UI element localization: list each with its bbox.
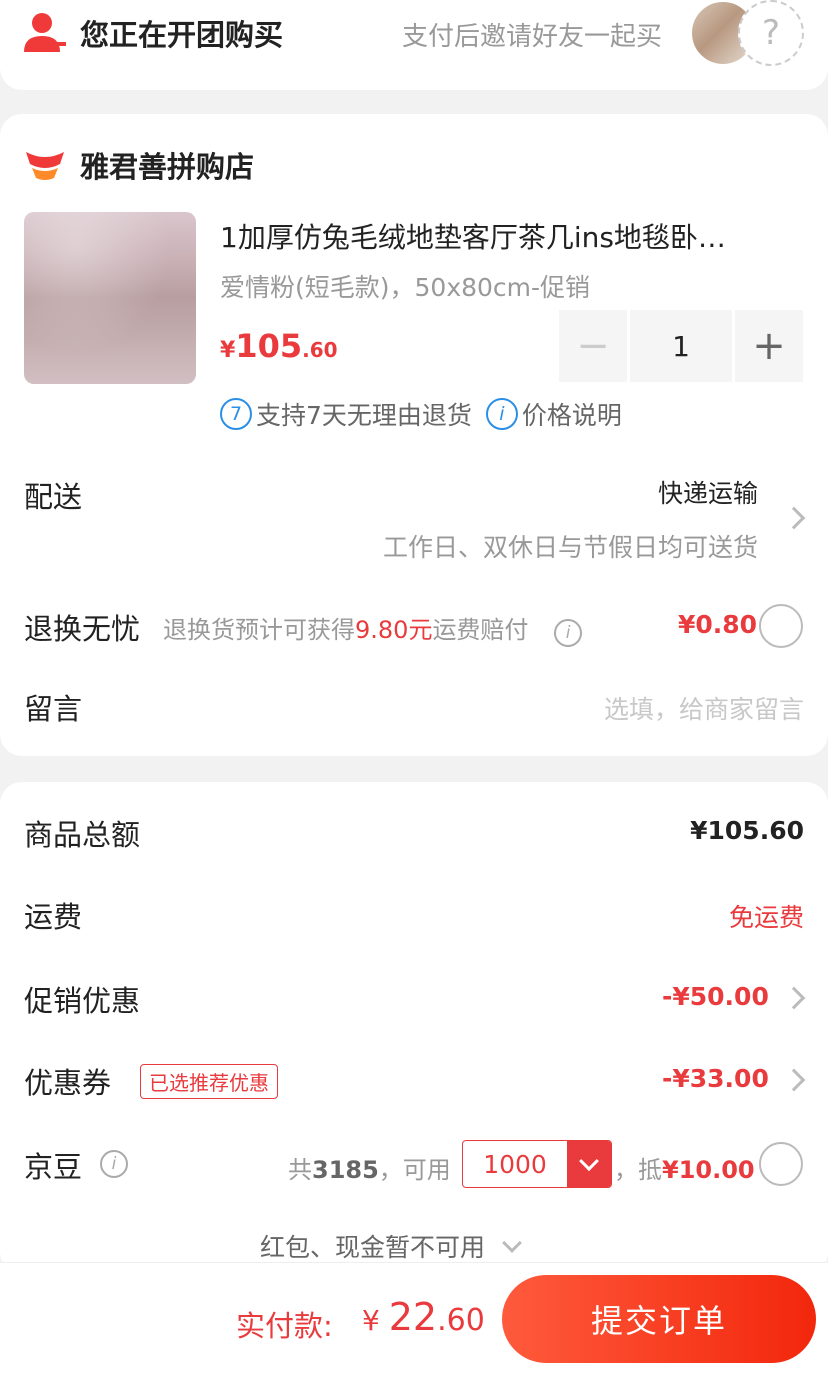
beans-total: 共3185，可用 xyxy=(288,1150,451,1185)
decrease-button[interactable]: − xyxy=(559,310,627,382)
beans-deduct: ，抵¥10.00 xyxy=(614,1150,755,1185)
return-desc-prefix: 退换货预计可获得 xyxy=(163,616,355,644)
invite-text: 支付后邀请好友一起买 xyxy=(402,22,663,52)
message-input[interactable]: 选填，给商家留言 xyxy=(604,690,804,726)
return-service-label: 退换无忧 xyxy=(24,612,141,646)
promo-value[interactable]: -¥50.00 xyxy=(662,982,769,1011)
return-service-price: ¥0.80 xyxy=(678,610,758,639)
shop-name[interactable]: 雅君善拼购店 xyxy=(80,144,254,186)
return-policy-text: 支持7天无理由退货 xyxy=(256,401,472,430)
shop-logo-icon xyxy=(26,152,64,180)
info-icon[interactable]: i xyxy=(485,398,518,430)
goods-total-value: ¥105.60 xyxy=(690,816,804,845)
return-desc-suffix: 运费赔付 xyxy=(432,616,529,644)
return-service-desc: 退换货预计可获得9.80元运费赔付 i xyxy=(163,610,583,647)
empty-member-slot: ? xyxy=(738,0,804,66)
beans-total-prefix: 共 xyxy=(288,1156,312,1184)
beans-total-suffix: ，可用 xyxy=(378,1156,451,1184)
quantity-value[interactable]: 1 xyxy=(630,310,732,382)
checkout-bar: 实付款: ¥ 22.60 提交订单 xyxy=(0,1262,828,1374)
beans-radio[interactable] xyxy=(759,1142,803,1186)
delivery-chevron-icon[interactable] xyxy=(782,506,806,530)
expand-chevron-icon[interactable] xyxy=(502,1233,522,1253)
pay-integer: 22 xyxy=(388,1295,438,1339)
pay-decimal: .60 xyxy=(437,1303,485,1338)
chevron-down-icon[interactable] xyxy=(567,1141,611,1187)
group-title: 您正在开团购买 xyxy=(80,18,284,52)
redpack-text: 红包、现金暂不可用 xyxy=(260,1233,486,1262)
info-icon[interactable]: i xyxy=(554,619,583,647)
pay-symbol: ¥ xyxy=(362,1304,389,1337)
product-title[interactable]: 1加厚仿兔毛绒地垫客厅茶几ins地毯卧… xyxy=(220,216,800,256)
beans-amount-select[interactable]: 1000 xyxy=(462,1140,612,1188)
seven-day-return-icon: 7 xyxy=(220,398,252,430)
goods-total-label: 商品总额 xyxy=(24,818,141,852)
beans-amount-value[interactable]: 1000 xyxy=(463,1141,567,1187)
redpack-cash-unavailable[interactable]: 红包、现金暂不可用 xyxy=(260,1228,522,1264)
coupon-chevron-icon[interactable] xyxy=(782,1068,806,1092)
product-price: ¥105.60 xyxy=(220,327,338,365)
promo-chevron-icon[interactable] xyxy=(782,986,806,1010)
coupon-label: 优惠券 xyxy=(24,1066,112,1100)
message-label: 留言 xyxy=(24,692,83,726)
product-spec[interactable]: 爱情粉(短毛款)，50x80cm-促销 xyxy=(220,268,590,304)
beans-label: 京豆 xyxy=(24,1150,83,1184)
price-integer: 105 xyxy=(235,327,303,365)
service-badges: 7 支持7天无理由退货 i 价格说明 xyxy=(220,396,622,432)
beans-deduct-amount: ¥10.00 xyxy=(662,1156,755,1184)
price-decimal: .60 xyxy=(302,338,338,362)
increase-button[interactable]: + xyxy=(735,310,803,382)
return-desc-amount: 9.80元 xyxy=(355,616,433,644)
user-icon xyxy=(24,13,66,52)
order-summary-card: 商品总额 ¥105.60 运费 免运费 促销优惠 -¥50.00 优惠券 已选推… xyxy=(0,782,828,1274)
price-symbol: ¥ xyxy=(220,338,236,363)
group-buy-card: 您正在开团购买 支付后邀请好友一起买 ? xyxy=(0,0,828,90)
product-image[interactable] xyxy=(24,212,196,384)
pay-label: 实付款: xyxy=(236,1309,333,1343)
delivery-label: 配送 xyxy=(24,480,83,514)
coupon-value[interactable]: -¥33.00 xyxy=(662,1064,769,1093)
submit-order-button[interactable]: 提交订单 xyxy=(502,1275,816,1363)
beans-info-icon[interactable]: i xyxy=(100,1150,128,1178)
delivery-note: 工作日、双休日与节假日均可送货 xyxy=(382,533,758,562)
price-explanation-link[interactable]: 价格说明 xyxy=(522,396,622,432)
promo-label: 促销优惠 xyxy=(24,984,141,1018)
coupon-tag: 已选推荐优惠 xyxy=(140,1064,278,1099)
shipping-value: 免运费 xyxy=(728,903,804,932)
beans-total-count: 3185 xyxy=(312,1156,379,1184)
shop-card: 雅君善拼购店 1加厚仿兔毛绒地垫客厅茶几ins地毯卧… 爱情粉(短毛款)，50x… xyxy=(0,114,828,756)
return-service-radio[interactable] xyxy=(759,604,803,648)
beans-deduct-prefix: ，抵 xyxy=(614,1156,662,1184)
delivery-method[interactable]: 快递运输 xyxy=(658,474,758,510)
quantity-stepper: − 1 + xyxy=(559,310,803,382)
pay-amount: ¥ 22.60 xyxy=(362,1295,485,1339)
shipping-label: 运费 xyxy=(24,900,83,934)
